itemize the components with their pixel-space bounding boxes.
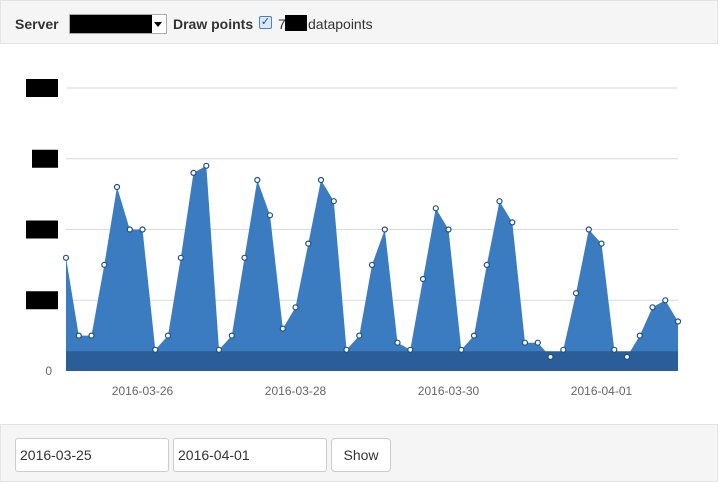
data-point [228, 332, 235, 339]
redacted-datapoints-count [285, 15, 307, 31]
redacted-y-tick-label [26, 79, 58, 97]
data-point [330, 198, 337, 205]
data-point [368, 261, 376, 268]
data-point [305, 240, 312, 247]
redacted-y-tick-label [26, 291, 58, 310]
x-tick-label: 2016-03-28 [265, 384, 327, 398]
data-point [88, 332, 95, 339]
x-tick-label: 2016-04-01 [571, 384, 633, 398]
data-point [164, 332, 172, 339]
data-point [662, 297, 669, 304]
data-point [75, 332, 82, 339]
data-point [674, 318, 682, 325]
data-point [636, 332, 643, 339]
data-point [203, 162, 210, 169]
data-point [356, 332, 363, 339]
data-point [611, 346, 618, 353]
data-point [241, 254, 248, 261]
chevron-down-icon [154, 22, 162, 27]
data-point [649, 304, 656, 311]
data-point [445, 226, 452, 233]
data-point [113, 183, 121, 191]
data-point [343, 346, 350, 353]
x-tick-label: 2016-03-30 [418, 384, 480, 398]
server-select[interactable] [69, 14, 167, 34]
data-point [585, 226, 592, 233]
x-tick-label: 2016-03-26 [112, 384, 174, 398]
server-label: Server [15, 16, 59, 32]
data-point [547, 353, 554, 360]
timeseries-chart: 0 2016-03-26 2016-03-28 2016-03-30 2016-04-… [26, 79, 682, 398]
data-point [623, 353, 631, 360]
data-point [279, 325, 286, 332]
draw-points-label: Draw points [173, 16, 254, 32]
data-point [126, 226, 133, 233]
data-point [381, 226, 388, 233]
data-point [101, 261, 108, 268]
data-point [470, 332, 478, 339]
datapoints-label: datapoints [308, 16, 373, 32]
data-point [254, 176, 261, 184]
data-point [266, 212, 274, 219]
redacted-y-tick-label [32, 149, 58, 168]
draw-points-checkbox[interactable]: ✓ [259, 16, 272, 29]
series-area-0 [66, 165, 678, 371]
show-button[interactable]: Show [331, 438, 391, 472]
redacted-server-name [70, 15, 152, 33]
data-point [419, 275, 427, 283]
from-date-input[interactable] [15, 438, 169, 472]
series-area-1 [66, 351, 678, 371]
toolbar: Server Draw points ✓ 7 datapoints [0, 0, 718, 44]
data-point [534, 339, 541, 346]
data-point [483, 261, 490, 268]
data-point [598, 240, 605, 247]
data-point [215, 346, 223, 353]
to-date-input[interactable] [173, 438, 327, 472]
data-point [521, 339, 529, 346]
y-tick-label: 0 [45, 364, 52, 378]
data-point [496, 198, 503, 205]
data-point [509, 219, 516, 226]
data-point [560, 346, 567, 353]
data-point [152, 346, 159, 353]
redacted-y-tick-label [26, 220, 58, 239]
data-point [62, 254, 70, 261]
date-controls: Show [0, 424, 718, 482]
data-point [139, 226, 146, 233]
data-point [177, 254, 184, 261]
data-point [458, 346, 465, 353]
data-point [572, 290, 580, 297]
chart-area: 0 2016-03-26 2016-03-28 2016-03-30 2016-04-… [0, 44, 720, 424]
data-point [190, 169, 197, 176]
data-point [432, 205, 439, 212]
data-point [292, 304, 299, 311]
data-point [394, 339, 401, 346]
data-point [407, 346, 414, 353]
data-point [317, 176, 325, 184]
